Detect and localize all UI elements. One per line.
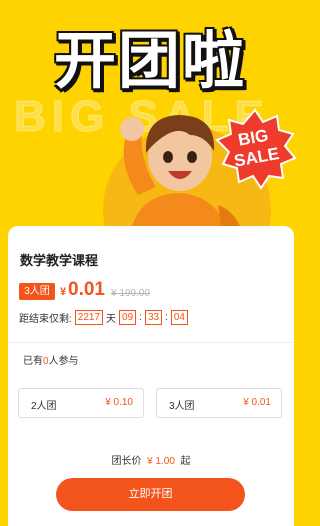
group-option-3[interactable]: 3人团 ¥ 0.01 — [156, 388, 282, 418]
countdown-sep: : — [139, 312, 142, 323]
group-price: 0.01 — [68, 279, 105, 300]
leader-price-label: 团长价 — [111, 456, 142, 467]
leader-price-suffix: 起 — [180, 456, 191, 467]
countdown-hours: 09 — [119, 310, 137, 325]
participants-count: 已有0人参与 — [23, 352, 79, 367]
hero-title: 开团啦 — [53, 24, 246, 97]
countdown-sep: : — [165, 312, 168, 323]
leader-price: 团长价 ¥ 1.00 起 — [8, 452, 294, 467]
group-option-label: 3人团 — [169, 401, 195, 412]
countdown-label: 距结束仅剩: — [19, 314, 72, 325]
countdown-days: 2217 — [74, 310, 104, 325]
group-option-price: ¥ 0.01 — [243, 397, 271, 408]
participants-suffix: 人参与 — [48, 356, 79, 367]
participants-prefix: 已有 — [23, 356, 43, 367]
countdown-day-unit: 天 — [106, 314, 117, 325]
countdown-seconds: 04 — [170, 310, 188, 325]
start-group-button[interactable]: 立即开团 — [56, 478, 245, 511]
hero-banner: BIG SALE 开团啦 BIG SALE — [0, 0, 300, 240]
group-option-price: ¥ 0.10 — [105, 397, 133, 408]
leader-price-value: ¥ 1.00 — [147, 456, 175, 467]
group-option-label: 2人团 — [31, 401, 57, 412]
divider — [8, 342, 294, 343]
course-card: 数学教学课程 3人团 ¥ 0.01 ¥ 199.00 距结束仅剩: 2217 天… — [8, 226, 294, 526]
price-currency: ¥ — [60, 286, 67, 298]
course-title: 数学教学课程 — [20, 253, 99, 268]
group-size-tag: 3人团 — [19, 283, 55, 300]
countdown: 距结束仅剩: 2217 天 09 : 33 : 04 — [19, 310, 191, 325]
original-price: ¥ 199.00 — [111, 288, 150, 299]
group-option-2[interactable]: 2人团 ¥ 0.10 — [18, 388, 144, 418]
countdown-minutes: 33 — [144, 310, 163, 325]
